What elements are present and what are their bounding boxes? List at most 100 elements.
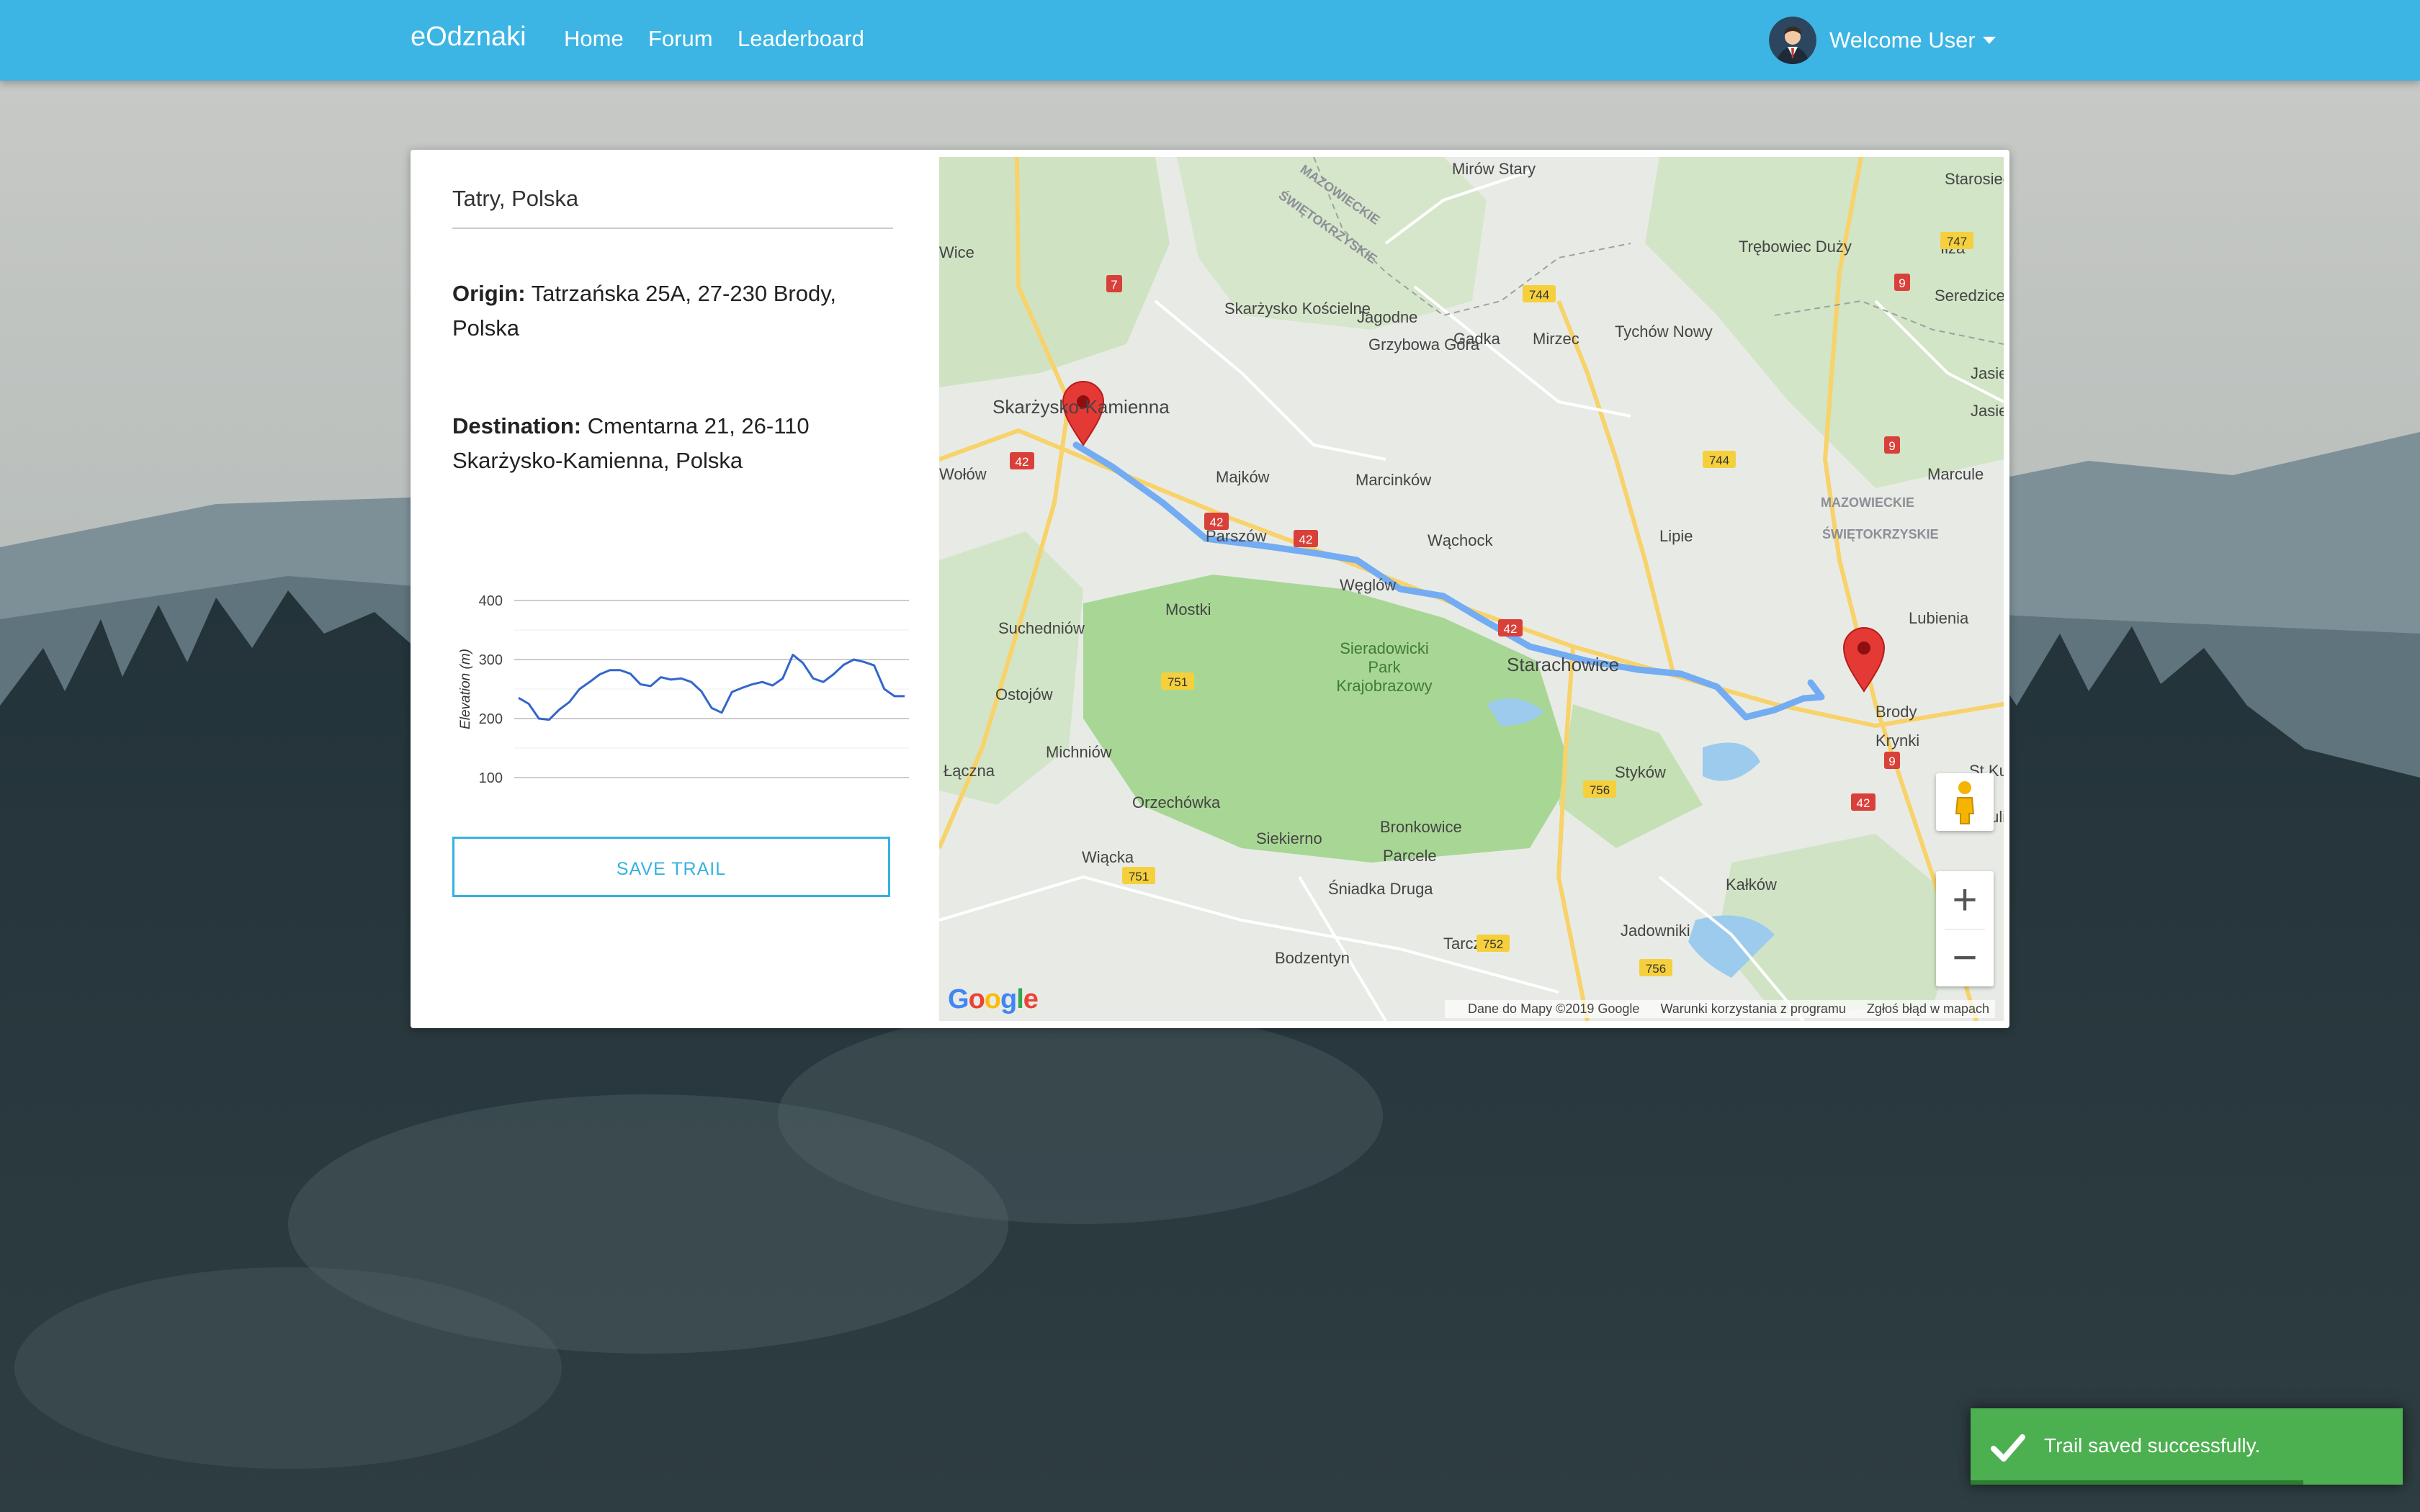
map-place-label: Jadowniki — [1621, 922, 1690, 940]
chart-y-tick-label: 200 — [479, 711, 503, 727]
map-place-label: Seredzice — [1935, 287, 2004, 305]
zoom-in-button[interactable]: + — [1936, 871, 1994, 929]
map-place-label: Kałków — [1726, 876, 1777, 894]
map-place-label: Krynki — [1876, 732, 1919, 750]
map-place-label: Siekierno — [1256, 829, 1322, 847]
street-view-pegman[interactable] — [1936, 773, 1994, 831]
map-place-label: Bronkowice — [1380, 818, 1462, 836]
trail-card: Tatry, Polska Origin: Tatrzańska 25A, 27… — [411, 150, 2009, 1028]
map-report-link[interactable]: Zgłoś błąd w mapach — [1867, 1002, 1989, 1016]
route-map[interactable]: Skarżysko-Kamienna Mirów Stary Starosiedli… — [939, 157, 2004, 1021]
road-number-label: 42 — [1504, 622, 1518, 636]
map-place-label: Jasieniec Iłżecki Dolny — [1971, 402, 2004, 420]
map-terms-link[interactable]: Warunki korzystania z programu — [1660, 1002, 1845, 1016]
destination-field: Destination: Cmentarna 21, 26-110 Skarży… — [452, 409, 893, 478]
road-number-label: 42 — [1299, 533, 1313, 546]
elevation-chart: 100 200 300 400 Elevation (m) — [452, 583, 913, 799]
navbar: eOdznaki Home Forum Leaderboard Welcome … — [0, 0, 2420, 81]
road-number-label: 9 — [1888, 439, 1895, 453]
map-region-label: MAZOWIECKIE — [1821, 495, 1914, 510]
chart-y-tick-label: 100 — [479, 770, 503, 786]
caret-down-icon — [1982, 37, 1996, 44]
chart-y-tick-label: 400 — [479, 593, 503, 609]
chart-series-line — [518, 653, 905, 721]
nav-link-leaderboard[interactable]: Leaderboard — [738, 26, 864, 52]
map-place-label: Jagodne — [1357, 308, 1417, 326]
map-place-label: Parcele — [1383, 847, 1437, 865]
origin-field: Origin: Tatrzańska 25A, 27-230 Brody, Po… — [452, 276, 893, 346]
user-menu-toggle[interactable]: Welcome User — [1769, 17, 1996, 64]
road-number-label: 9 — [1888, 755, 1895, 768]
map-data-credit: Dane do Mapy ©2019 Google — [1468, 1002, 1640, 1016]
user-avatar-icon — [1769, 17, 1816, 64]
nav-link-home[interactable]: Home — [564, 26, 624, 52]
google-logo-letter: o — [968, 984, 985, 1014]
map-place-label: Wice — [939, 243, 974, 261]
google-logo-letter: l — [1016, 984, 1024, 1014]
save-trail-button[interactable]: SAVE TRAIL — [452, 837, 890, 897]
destination-label: Destination: — [452, 413, 582, 438]
check-icon — [1991, 1434, 2025, 1462]
map-place-label: Styków — [1615, 763, 1666, 781]
road-number-label: 9 — [1899, 276, 1905, 290]
google-logo-letter: g — [1000, 984, 1017, 1014]
map-place-label: Trębowiec Duży — [1739, 238, 1852, 256]
brand-logo[interactable]: eOdznaki — [411, 22, 526, 53]
road-number-label: 751 — [1129, 870, 1149, 883]
google-logo-letter: e — [1023, 984, 1039, 1014]
road-number-label: 756 — [1590, 783, 1610, 797]
map-place-label: Łączna — [944, 762, 995, 780]
map-place-label: Suchedniów — [998, 619, 1085, 637]
map-place-label: Skarżysko Kościelne — [1224, 300, 1371, 318]
road-number-label: 752 — [1483, 937, 1503, 951]
road-number-label: 42 — [1857, 796, 1870, 810]
road-number-label: 751 — [1168, 675, 1188, 689]
map-place-label: Mirzec — [1533, 330, 1579, 348]
map-place-label: Wiącka — [1082, 848, 1134, 866]
trail-region-title: Tatry, Polska — [452, 186, 893, 229]
welcome-text: Welcome User — [1829, 27, 1976, 53]
road-number-label: 756 — [1646, 962, 1666, 976]
road-number-label: 42 — [1210, 516, 1224, 529]
map-place-label: Mostki — [1165, 600, 1211, 618]
map-place-label: Śniadka Druga — [1328, 880, 1433, 898]
road-number-label: 7 — [1111, 278, 1117, 292]
chart-y-tick-label: 300 — [479, 652, 503, 668]
origin-label: Origin: — [452, 281, 526, 306]
map-place-label: Lipie — [1659, 527, 1693, 545]
map-place-label: Marcule — [1927, 465, 1984, 483]
google-logo-letter: G — [948, 984, 969, 1014]
toast-progress-bar — [1971, 1480, 2303, 1485]
map-place-label: Michniów — [1046, 743, 1112, 761]
map-place-label: Starachowice — [1507, 654, 1619, 675]
map-place-label: Majków — [1216, 468, 1270, 486]
map-place-label: Brody — [1876, 703, 1917, 721]
trail-info-panel: Tatry, Polska Origin: Tatrzańska 25A, 27… — [452, 186, 909, 897]
success-toast[interactable]: Trail saved successfully. — [1971, 1408, 2403, 1485]
zoom-controls: + − — [1936, 871, 1994, 986]
map-place-label: Lubienia — [1909, 609, 1969, 627]
map-region-label: ŚWIĘTOKRZYSKIE — [1822, 526, 1939, 541]
chart-y-axis-label: Elevation (m) — [458, 649, 473, 729]
google-logo-letter: o — [984, 984, 1001, 1014]
map-place-label: Mirów Stary — [1452, 160, 1536, 178]
map-place-label: Wołów — [939, 465, 987, 483]
pegman-icon — [1955, 781, 1975, 824]
map-place-label: Skarżysko-Kamienna — [992, 396, 1170, 418]
map-place-label: Ostojów — [995, 685, 1053, 703]
road-number-label: 744 — [1709, 454, 1729, 467]
map-place-label: Tychów Nowy — [1615, 323, 1713, 341]
road-number-label: 744 — [1529, 288, 1549, 302]
toast-message: Trail saved successfully. — [2044, 1434, 2261, 1457]
road-number-label: 42 — [1016, 455, 1029, 469]
map-place-label: Gadka — [1453, 330, 1501, 348]
map-place-label: Wąchock — [1428, 531, 1493, 549]
map-place-label: Jasieniec Iłżecki Górny — [1971, 364, 2004, 382]
map-place-label: Starosiedlice — [1945, 170, 2004, 188]
google-logo: Google — [948, 984, 1039, 1015]
avatar — [1769, 17, 1816, 64]
map-canvas[interactable]: Skarżysko-Kamienna Mirów Stary Starosiedli… — [939, 157, 2004, 1021]
nav-link-forum[interactable]: Forum — [648, 26, 713, 52]
map-place-label: Bodzentyn — [1275, 949, 1350, 967]
zoom-out-button[interactable]: − — [1936, 929, 1994, 986]
